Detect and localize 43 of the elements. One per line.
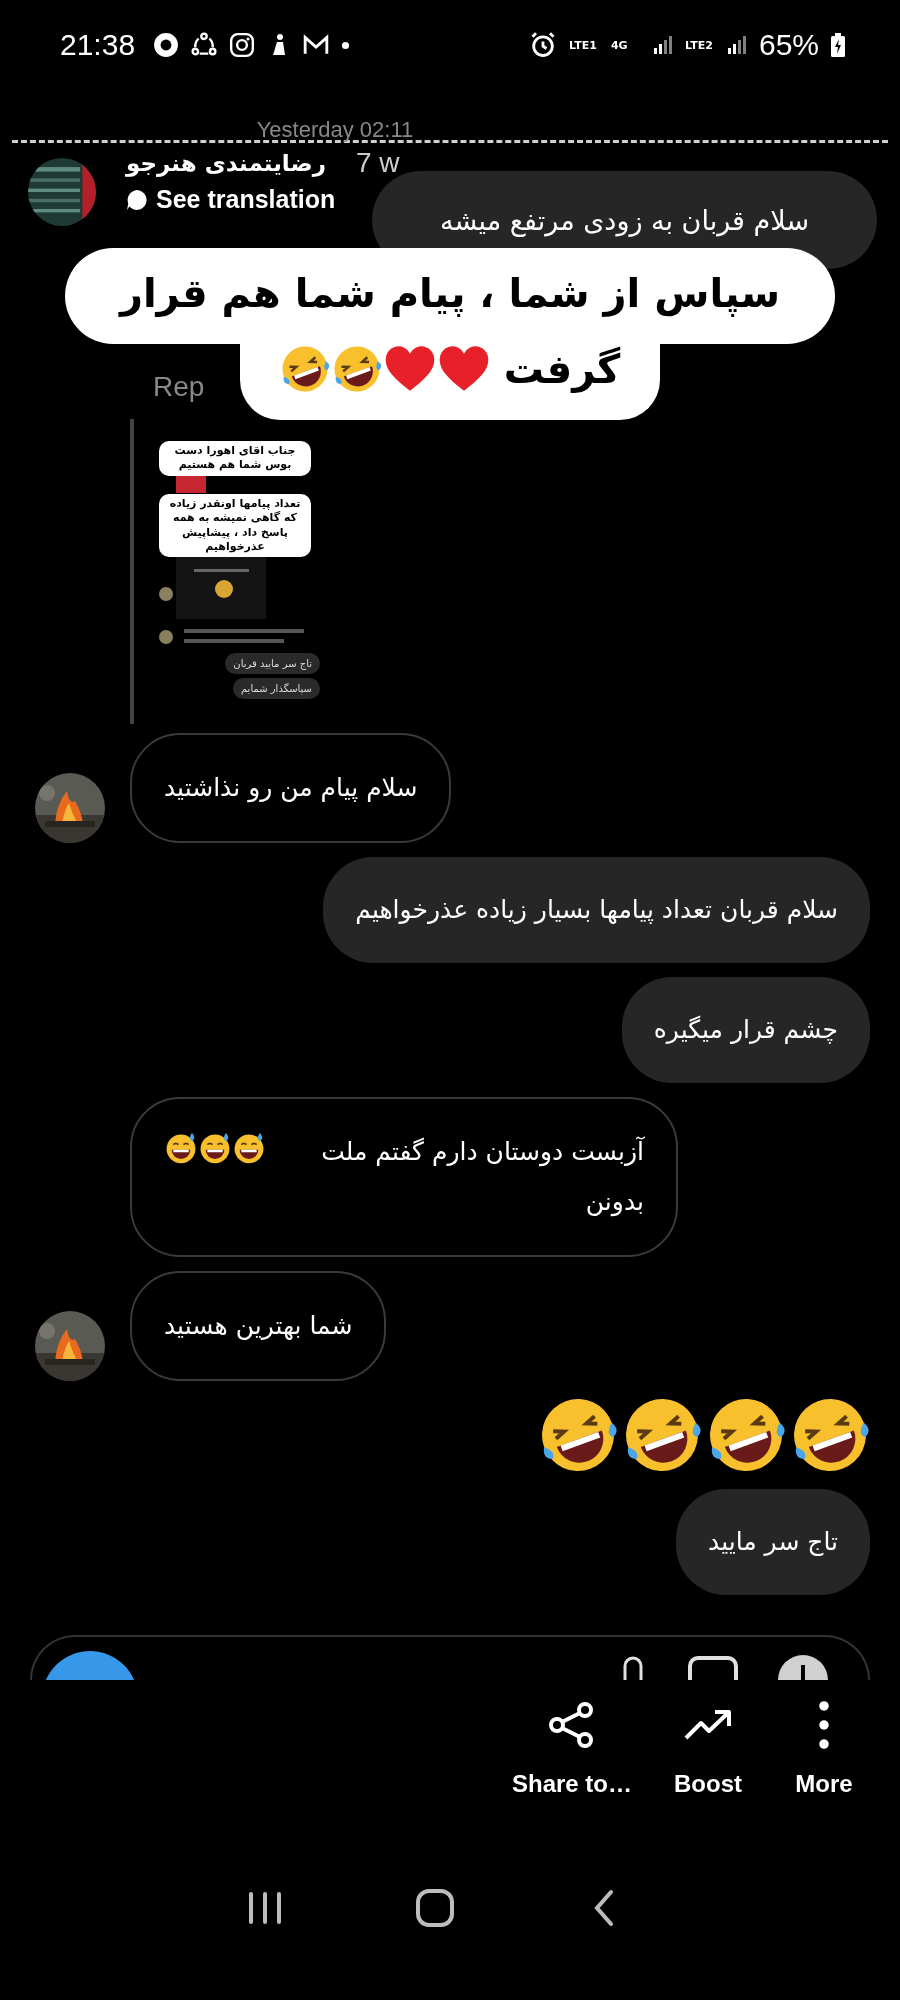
message-composer[interactable] — [30, 1635, 870, 1680]
signal-icon — [726, 34, 747, 56]
message-text: تاج سر مایید — [708, 1526, 838, 1558]
signal-icon — [652, 34, 673, 56]
sweat-smile-icon — [164, 1131, 198, 1165]
reply-label: Rep — [153, 371, 205, 403]
sweat-smile-icon — [232, 1131, 266, 1165]
app-badge-icon — [153, 32, 180, 58]
laughing-face-icon — [331, 344, 382, 394]
heart-icon — [437, 346, 490, 392]
camera-icon — [229, 32, 256, 58]
sim-label: LTE1 — [568, 39, 598, 51]
sweat-smile-icon — [198, 1131, 232, 1165]
message-text: سلام پیام من رو نذاشتید — [164, 772, 418, 805]
heart-icon — [383, 346, 436, 392]
story-screenshot[interactable]: جناب اقای اهورا دست بوس شما هم هستیم تعداد پیامها اونقدر زیاده که گاهی نمیشه به همه پاسخ داد ، پیشاپیش عذرخواهیم تاج سر مایید قربان سپاسگذار شمایم — [130, 419, 350, 724]
boost-button[interactable]: Boost — [668, 1700, 748, 1798]
sticker-text: سپاس از شما ، پیام شما هم قرار — [65, 248, 835, 344]
more-button[interactable]: More — [784, 1700, 864, 1798]
sim-label: LTE2 — [684, 39, 714, 51]
home-icon[interactable] — [415, 1888, 455, 1928]
message-text: آزبست دوستان دارم گفتم ملت بدونن — [320, 1135, 644, 1219]
battery-icon — [831, 32, 845, 58]
message-text: چشم قرار میگیره — [653, 1014, 838, 1046]
share-circle-icon — [191, 32, 218, 58]
dot-icon — [341, 40, 351, 50]
message-text: سلام قربان تعداد پیامها بسیار زیاده عذرخواهیم — [355, 894, 838, 926]
username[interactable]: رضایتمندی هنرجو — [126, 150, 326, 176]
speech-bubble-icon — [126, 188, 148, 211]
clock: 21:38 — [60, 28, 136, 62]
sticker-text: تعداد پیامها اونقدر زیاده که گاهی نمیشه به همه پاسخ داد ، پیشاپیش عذرخواهیم — [159, 494, 311, 558]
share-button[interactable]: Share to… — [511, 1700, 632, 1798]
laughing-face-icon — [279, 344, 330, 394]
sticker-text: جناب اقای اهورا دست بوس شما هم هستیم — [159, 441, 311, 476]
more-icon — [818, 1700, 830, 1750]
battery-percent: 65% — [758, 28, 819, 62]
chat-bubble: تاج سر مایید قربان — [225, 653, 320, 674]
sticker-text: گرفت — [503, 346, 621, 392]
date-divider: Yesterday 02:11 — [256, 117, 414, 143]
message-text: شما بهترین هستید — [164, 1310, 353, 1342]
see-translation-button[interactable]: See translation — [126, 185, 336, 214]
chat-bubble: سپاسگذار شمایم — [232, 678, 320, 699]
network-label: 4G — [610, 39, 629, 51]
